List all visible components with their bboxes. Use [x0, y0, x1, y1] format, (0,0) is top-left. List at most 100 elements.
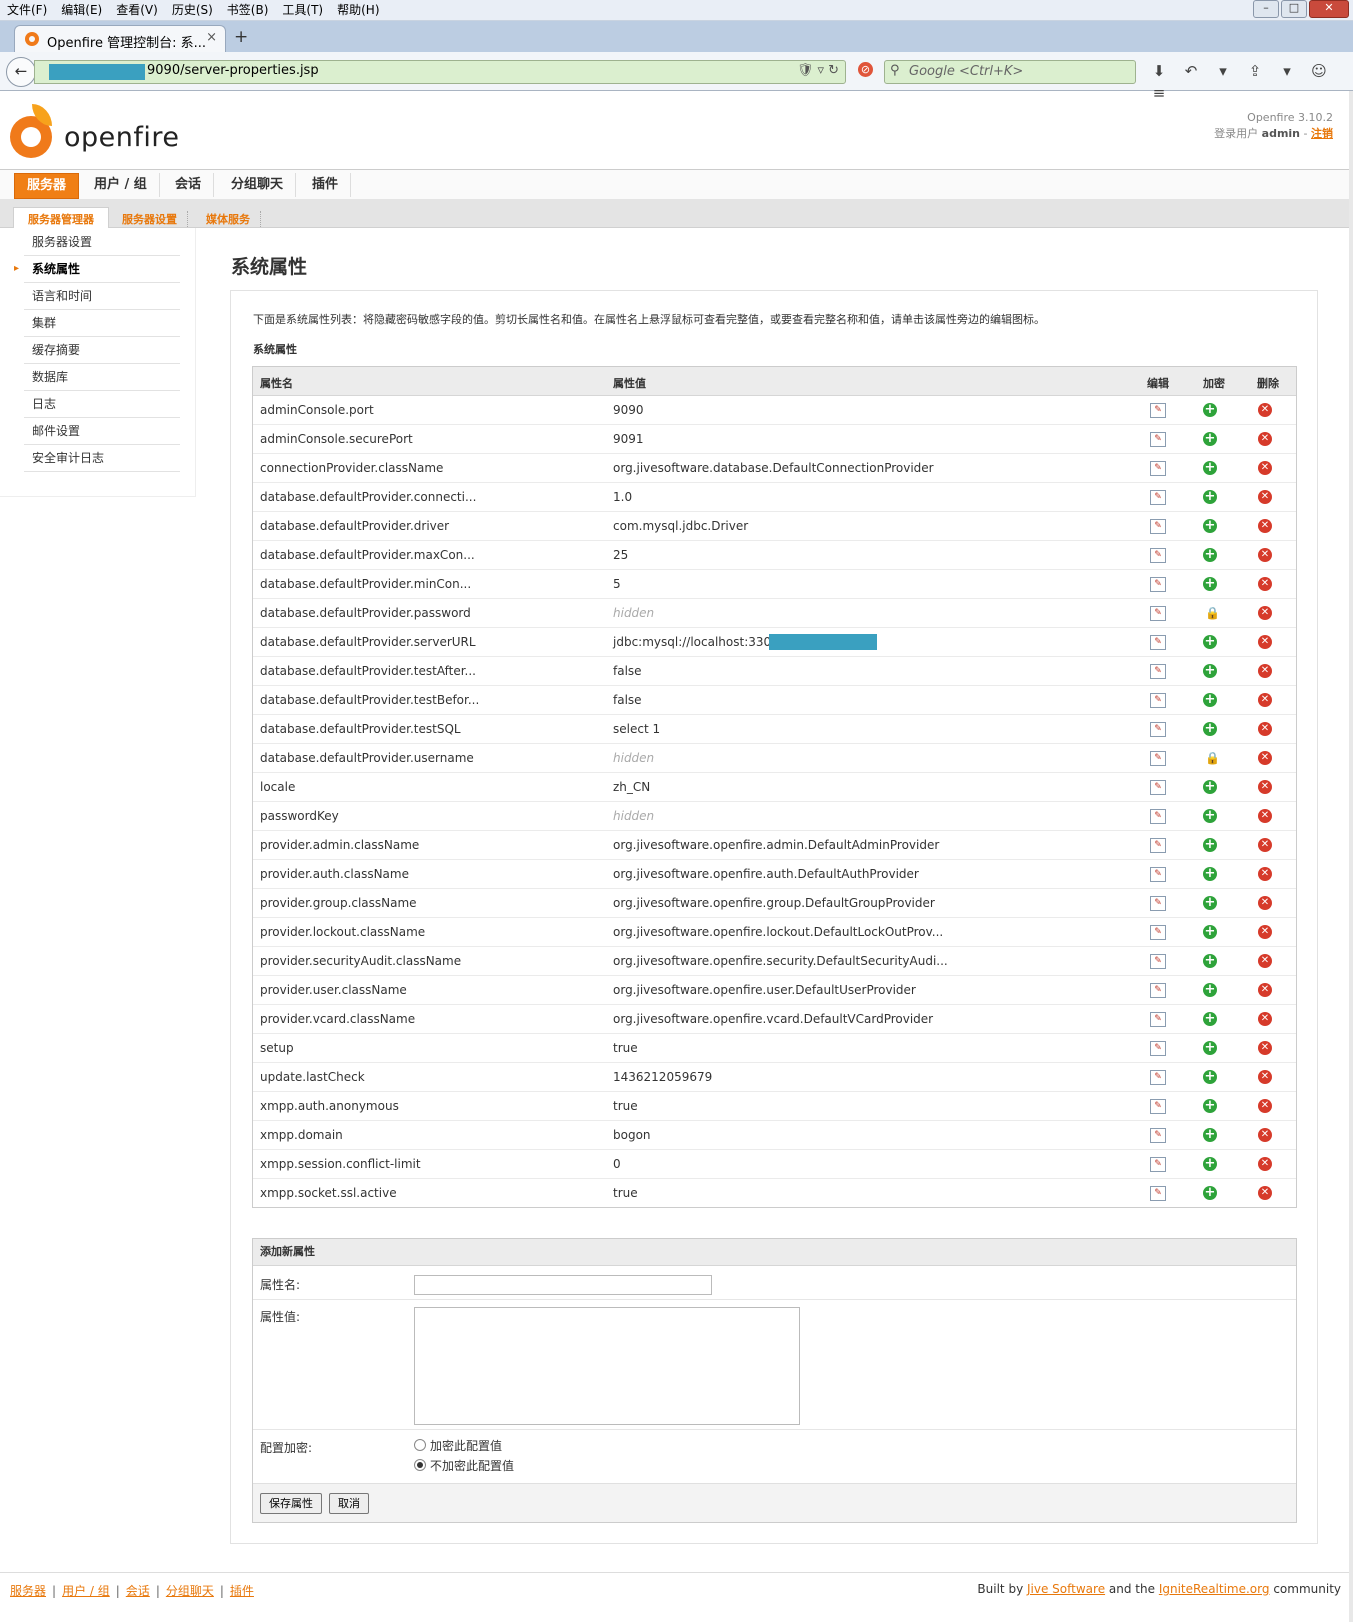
- delete-icon[interactable]: ✕: [1258, 461, 1272, 475]
- openfire-logo[interactable]: openfire: [10, 104, 190, 164]
- edit-icon[interactable]: ✎: [1150, 1070, 1166, 1085]
- chat-icon[interactable]: ☺: [1306, 60, 1332, 82]
- encrypt-add-icon[interactable]: +: [1203, 461, 1217, 475]
- edit-icon[interactable]: ✎: [1150, 983, 1166, 998]
- encrypt-add-icon[interactable]: +: [1203, 1099, 1217, 1113]
- edit-icon[interactable]: ✎: [1150, 722, 1166, 737]
- subtab-server-settings[interactable]: 服务器设置: [112, 211, 188, 227]
- footer-link-server[interactable]: 服务器: [10, 1584, 46, 1598]
- menu-file[interactable]: 文件(F): [0, 0, 54, 20]
- edit-icon[interactable]: ✎: [1150, 1012, 1166, 1027]
- property-value-textarea[interactable]: [414, 1307, 800, 1425]
- edit-icon[interactable]: ✎: [1150, 461, 1166, 476]
- delete-icon[interactable]: ✕: [1258, 925, 1272, 939]
- encrypt-add-icon[interactable]: +: [1203, 925, 1217, 939]
- footer-link-sessions[interactable]: 会话: [126, 1584, 150, 1598]
- tab-plugins[interactable]: 插件: [300, 173, 352, 197]
- footer-link-plugins[interactable]: 插件: [230, 1584, 254, 1598]
- sidebar-item-email-settings[interactable]: 邮件设置: [24, 418, 180, 445]
- delete-icon[interactable]: ✕: [1258, 1128, 1272, 1142]
- encrypt-radio[interactable]: 加密此配置值: [414, 1437, 502, 1454]
- edit-icon[interactable]: ✎: [1150, 693, 1166, 708]
- logout-link[interactable]: 注销: [1311, 127, 1333, 140]
- encrypt-add-icon[interactable]: +: [1203, 983, 1217, 997]
- encrypt-add-icon[interactable]: +: [1203, 1041, 1217, 1055]
- delete-icon[interactable]: ✕: [1258, 1186, 1272, 1200]
- delete-icon[interactable]: ✕: [1258, 983, 1272, 997]
- encrypt-add-icon[interactable]: +: [1203, 490, 1217, 504]
- delete-icon[interactable]: ✕: [1258, 896, 1272, 910]
- edit-icon[interactable]: ✎: [1150, 664, 1166, 679]
- radio-button-selected-icon[interactable]: [414, 1459, 426, 1471]
- edit-icon[interactable]: ✎: [1150, 1099, 1166, 1114]
- delete-icon[interactable]: ✕: [1258, 1012, 1272, 1026]
- edit-icon[interactable]: ✎: [1150, 1041, 1166, 1056]
- footer-link-group-chat[interactable]: 分组聊天: [166, 1584, 214, 1598]
- sidebar-item-server-settings[interactable]: 服务器设置: [24, 229, 180, 256]
- delete-icon[interactable]: ✕: [1258, 809, 1272, 823]
- dropdown-icon[interactable]: ▾: [1210, 60, 1236, 82]
- delete-icon[interactable]: ✕: [1258, 867, 1272, 881]
- jive-link[interactable]: Jive Software: [1027, 1582, 1105, 1596]
- subtab-server-manager[interactable]: 服务器管理器: [13, 207, 109, 230]
- encrypt-add-icon[interactable]: +: [1203, 403, 1217, 417]
- edit-icon[interactable]: ✎: [1150, 925, 1166, 940]
- delete-icon[interactable]: ✕: [1258, 490, 1272, 504]
- encrypt-add-icon[interactable]: +: [1203, 1128, 1217, 1142]
- edit-icon[interactable]: ✎: [1150, 519, 1166, 534]
- footer-link-users[interactable]: 用户 / 组: [62, 1584, 110, 1598]
- edit-icon[interactable]: ✎: [1150, 1186, 1166, 1201]
- menu-history[interactable]: 历史(S): [165, 0, 220, 20]
- delete-icon[interactable]: ✕: [1258, 751, 1272, 765]
- close-window-icon[interactable]: ✕: [1309, 0, 1349, 18]
- maximize-icon[interactable]: □: [1281, 0, 1307, 18]
- download-icon[interactable]: ⬇: [1146, 60, 1172, 82]
- delete-icon[interactable]: ✕: [1258, 577, 1272, 591]
- encrypt-add-icon[interactable]: +: [1203, 1157, 1217, 1171]
- encrypt-add-icon[interactable]: +: [1203, 867, 1217, 881]
- sidebar-item-locale[interactable]: 语言和时间: [24, 283, 180, 310]
- delete-icon[interactable]: ✕: [1258, 432, 1272, 446]
- menu-view[interactable]: 查看(V): [109, 0, 165, 20]
- encrypt-add-icon[interactable]: +: [1203, 780, 1217, 794]
- edit-icon[interactable]: ✎: [1150, 896, 1166, 911]
- delete-icon[interactable]: ✕: [1258, 780, 1272, 794]
- edit-icon[interactable]: ✎: [1150, 954, 1166, 969]
- delete-icon[interactable]: ✕: [1258, 954, 1272, 968]
- edit-icon[interactable]: ✎: [1150, 780, 1166, 795]
- radio-button-icon[interactable]: [414, 1439, 426, 1451]
- subtab-media-services[interactable]: 媒体服务: [196, 211, 261, 227]
- encrypt-add-icon[interactable]: +: [1203, 519, 1217, 533]
- encrypt-add-icon[interactable]: +: [1203, 635, 1217, 649]
- edit-icon[interactable]: ✎: [1150, 577, 1166, 592]
- back-button[interactable]: ←: [6, 57, 36, 87]
- edit-icon[interactable]: ✎: [1150, 548, 1166, 563]
- delete-icon[interactable]: ✕: [1258, 548, 1272, 562]
- menu-help[interactable]: 帮助(H): [330, 0, 386, 20]
- encrypt-add-icon[interactable]: +: [1203, 896, 1217, 910]
- tab-close-icon[interactable]: ×: [206, 30, 217, 45]
- tab-server[interactable]: 服务器: [14, 173, 80, 199]
- edit-icon[interactable]: ✎: [1150, 1128, 1166, 1143]
- delete-icon[interactable]: ✕: [1258, 606, 1272, 620]
- delete-icon[interactable]: ✕: [1258, 664, 1272, 678]
- hamburger-menu-icon[interactable]: ≡: [1146, 82, 1172, 104]
- sidebar-item-system-properties[interactable]: ▸ 系统属性: [14, 256, 180, 283]
- encrypt-add-icon[interactable]: +: [1203, 577, 1217, 591]
- tab-users-groups[interactable]: 用户 / 组: [82, 173, 160, 197]
- menu-edit[interactable]: 编辑(E): [54, 0, 109, 20]
- ignite-link[interactable]: IgniteRealtime.org: [1159, 1582, 1270, 1596]
- url-action-icons[interactable]: 🛡 ▿ ↻: [797, 63, 839, 78]
- encrypt-add-icon[interactable]: +: [1203, 838, 1217, 852]
- delete-icon[interactable]: ✕: [1258, 722, 1272, 736]
- url-bar[interactable]: 9090/server-properties.jsp 🛡 ▿ ↻: [34, 60, 846, 84]
- edit-icon[interactable]: ✎: [1150, 432, 1166, 447]
- delete-icon[interactable]: ✕: [1258, 1157, 1272, 1171]
- menu-tools[interactable]: 工具(T): [275, 0, 330, 20]
- encrypt-add-icon[interactable]: +: [1203, 548, 1217, 562]
- delete-icon[interactable]: ✕: [1258, 1070, 1272, 1084]
- edit-icon[interactable]: ✎: [1150, 490, 1166, 505]
- delete-icon[interactable]: ✕: [1258, 693, 1272, 707]
- edit-icon[interactable]: ✎: [1150, 635, 1166, 650]
- encrypt-add-icon[interactable]: +: [1203, 722, 1217, 736]
